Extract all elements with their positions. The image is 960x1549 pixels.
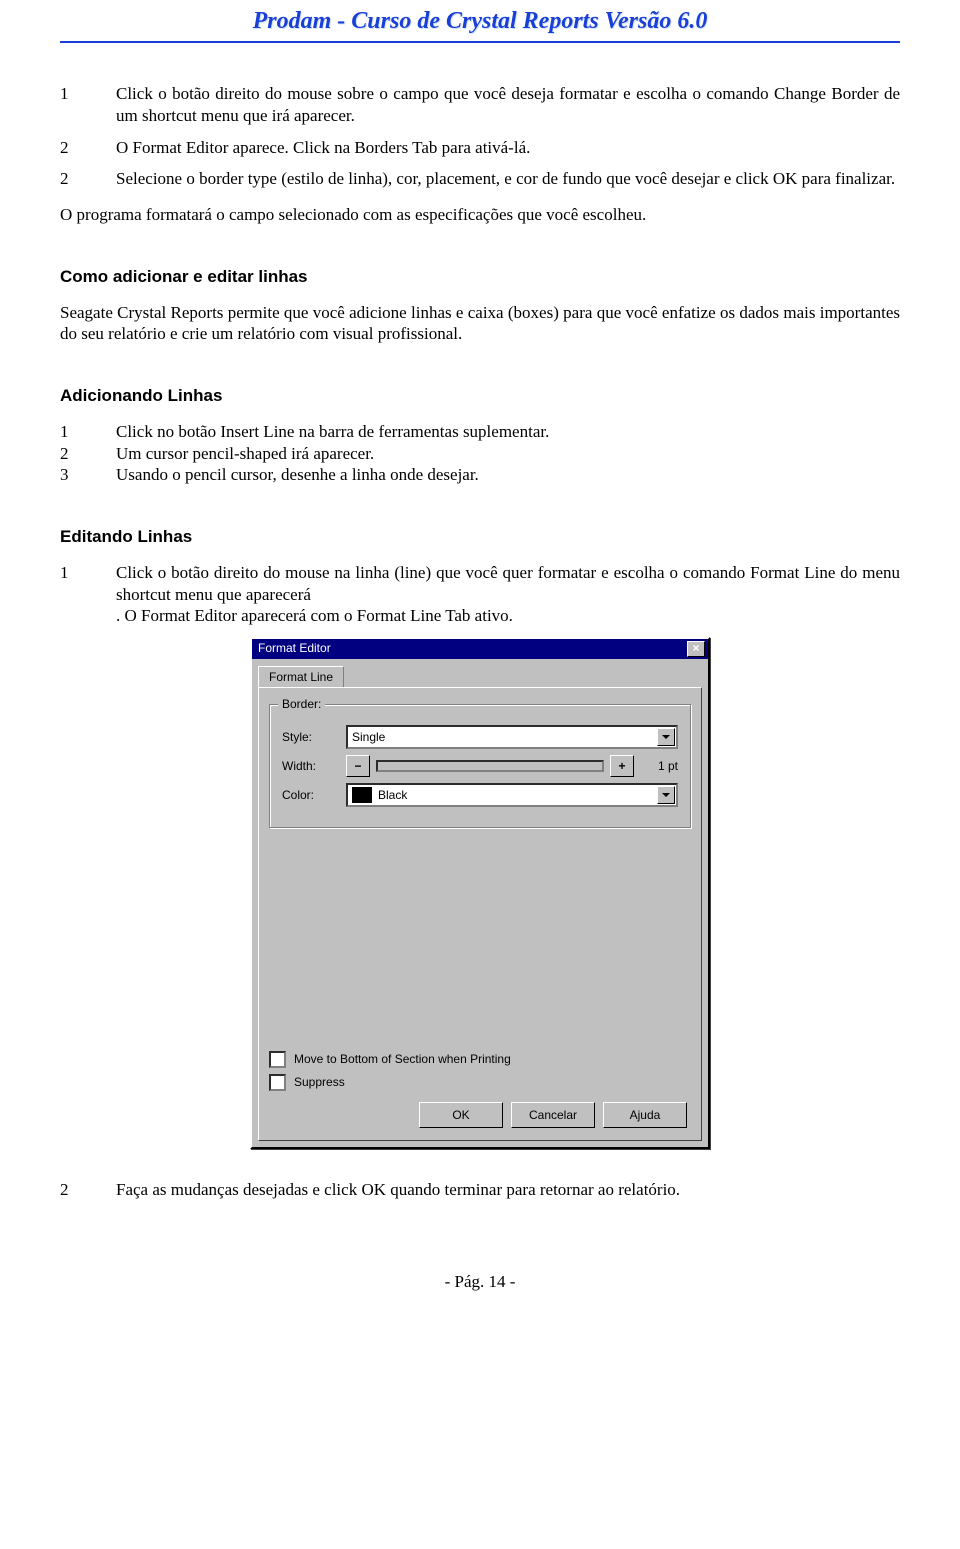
color-value: Black [378, 788, 407, 803]
chevron-down-icon[interactable] [657, 786, 675, 804]
step-text: Selecione o border type (estilo de linha… [116, 168, 900, 190]
step-text: Usando o pencil cursor, desenhe a linha … [116, 464, 900, 486]
step-row: 2 O Format Editor aparece. Click na Bord… [60, 137, 900, 159]
step-text-part2: . O Format Editor aparecerá com o Format… [116, 606, 513, 625]
step-number: 1 [60, 83, 116, 127]
step-number: 2 [60, 1179, 116, 1201]
paragraph: Seagate Crystal Reports permite que você… [60, 302, 900, 346]
paragraph: O programa formatará o campo selecionado… [60, 204, 900, 226]
tab-format-line[interactable]: Format Line [258, 666, 344, 688]
chevron-down-icon[interactable] [657, 728, 675, 746]
step-number: 3 [60, 464, 116, 486]
width-decrease-button[interactable]: − [346, 755, 370, 777]
width-label: Width: [282, 759, 346, 774]
step-number: 2 [60, 137, 116, 159]
close-icon[interactable]: × [687, 641, 705, 657]
step-row: 1 Click o botão direito do mouse sobre o… [60, 83, 900, 127]
step-row: 1 Click no botão Insert Line na barra de… [60, 421, 900, 443]
divider [60, 41, 900, 43]
checkbox-label: Suppress [294, 1075, 345, 1090]
step-number: 1 [60, 562, 116, 627]
step-text: Click o botão direito do mouse sobre o c… [116, 83, 900, 127]
format-editor-dialog: Format Editor × Format Line Border: Styl… [250, 637, 710, 1149]
dialog-title: Format Editor [255, 641, 687, 656]
step-row: 2 Um cursor pencil-shaped irá aparecer. [60, 443, 900, 465]
heading: Editando Linhas [60, 526, 900, 548]
color-label: Color: [282, 788, 346, 803]
ok-button[interactable]: OK [419, 1102, 503, 1128]
step-text: Faça as mudanças desejadas e click OK qu… [116, 1179, 900, 1201]
step-number: 2 [60, 168, 116, 190]
step-text: Click o botão direito do mouse na linha … [116, 562, 900, 627]
color-swatch-icon [352, 787, 372, 803]
checkbox[interactable] [269, 1074, 286, 1091]
checkbox-row[interactable]: Suppress [269, 1074, 691, 1091]
heading: Adicionando Linhas [60, 385, 900, 407]
page-footer: - Pág. 14 - [60, 1271, 900, 1293]
color-select[interactable]: Black [346, 783, 678, 807]
step-row: 2 Faça as mudanças desejadas e click OK … [60, 1179, 900, 1201]
dialog-titlebar: Format Editor × [252, 639, 708, 659]
checkbox-row[interactable]: Move to Bottom of Section when Printing [269, 1051, 691, 1068]
tab-panel: Border: Style: Single Width: − [258, 687, 702, 1141]
group-legend: Border: [278, 697, 325, 712]
step-row: 3 Usando o pencil cursor, desenhe a linh… [60, 464, 900, 486]
heading: Como adicionar e editar linhas [60, 266, 900, 288]
step-text-part1: Click o botão direito do mouse na linha … [116, 563, 900, 604]
step-row: 2 Selecione o border type (estilo de lin… [60, 168, 900, 190]
style-select[interactable]: Single [346, 725, 678, 749]
cancel-button[interactable]: Cancelar [511, 1102, 595, 1128]
step-text: Um cursor pencil-shaped irá aparecer. [116, 443, 900, 465]
width-slider[interactable] [376, 760, 604, 772]
step-text: Click no botão Insert Line na barra de f… [116, 421, 900, 443]
step-text: O Format Editor aparece. Click na Border… [116, 137, 900, 159]
help-button[interactable]: Ajuda [603, 1102, 687, 1128]
step-number: 1 [60, 421, 116, 443]
step-number: 2 [60, 443, 116, 465]
border-group: Border: Style: Single Width: − [269, 704, 691, 828]
style-value: Single [352, 730, 385, 745]
checkbox-label: Move to Bottom of Section when Printing [294, 1052, 511, 1067]
checkbox[interactable] [269, 1051, 286, 1068]
width-increase-button[interactable]: + [610, 755, 634, 777]
step-row: 1 Click o botão direito do mouse na linh… [60, 562, 900, 627]
style-label: Style: [282, 730, 346, 745]
page-title: Prodam - Curso de Crystal Reports Versão… [0, 0, 960, 41]
width-value: 1 pt [640, 759, 678, 774]
